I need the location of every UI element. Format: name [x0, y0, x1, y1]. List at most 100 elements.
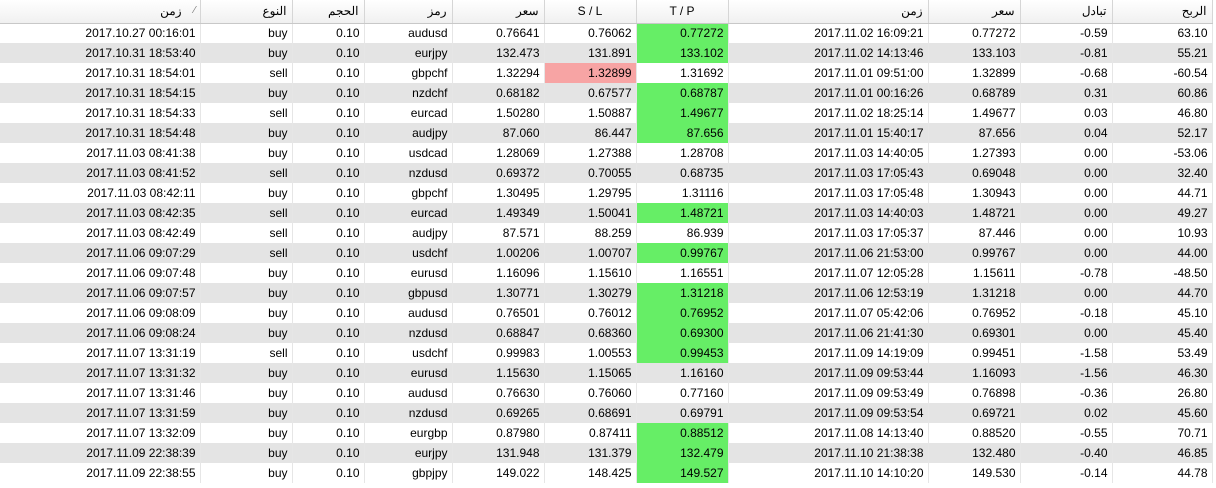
- cell-open-price: 87.571: [452, 223, 545, 243]
- cell-symbol: usdchf: [364, 243, 453, 263]
- cell-volume: 0.10: [292, 263, 365, 283]
- column-header-take-profit[interactable]: T / P: [636, 0, 729, 24]
- table-row[interactable]: 2017.11.03 08:42:49 sell 0.10 audjpy 87.571 8…: [0, 223, 1213, 243]
- column-header-type[interactable]: النوع: [200, 0, 293, 24]
- cell-close-time: 2017.11.02 16:09:21: [728, 23, 929, 43]
- table-row[interactable]: 2017.11.07 13:31:59 buy 0.10 nzdusd 0.69265 0…: [0, 403, 1213, 423]
- table-row[interactable]: 2017.11.06 09:07:48 buy 0.10 eurusd 1.16096 1…: [0, 263, 1213, 283]
- column-header-open-time[interactable]: زمن ⁄: [0, 0, 201, 24]
- column-header-swap[interactable]: تبادل: [1020, 0, 1113, 24]
- column-header-open-price[interactable]: سعر: [452, 0, 545, 24]
- cell-open-price: 1.49349: [452, 203, 545, 223]
- table-row[interactable]: 2017.10.31 18:54:33 sell 0.10 eurcad 1.50280…: [0, 103, 1213, 123]
- cell-take-profit: 133.102: [636, 43, 729, 63]
- cell-symbol: gbpusd: [364, 283, 453, 303]
- cell-take-profit: 0.69300: [636, 323, 729, 343]
- cell-open-time: 2017.11.03 08:41:52: [0, 163, 201, 183]
- cell-type: buy: [200, 143, 293, 163]
- cell-take-profit: 0.68735: [636, 163, 729, 183]
- cell-type: buy: [200, 43, 293, 63]
- table-row[interactable]: 2017.10.31 18:54:15 buy 0.10 nzdchf 0.68182 0…: [0, 83, 1213, 103]
- cell-profit: 52.17: [1112, 123, 1213, 143]
- cell-stop-loss: 0.70055: [544, 163, 637, 183]
- table-row[interactable]: 2017.11.06 09:08:24 buy 0.10 nzdusd 0.68847 0…: [0, 323, 1213, 343]
- cell-close-time: 2017.11.10 14:10:20: [728, 463, 929, 483]
- cell-open-price: 1.32294: [452, 63, 545, 83]
- cell-close-price: 0.76952: [928, 303, 1021, 323]
- column-header-volume[interactable]: الحجم: [292, 0, 365, 24]
- cell-open-price: 1.28069: [452, 143, 545, 163]
- cell-open-price: 1.16096: [452, 263, 545, 283]
- cell-profit: 49.27: [1112, 203, 1213, 223]
- table-row[interactable]: 2017.10.31 18:53:40 buy 0.10 eurjpy 132.473 1…: [0, 43, 1213, 63]
- cell-take-profit: 0.77272: [636, 23, 729, 43]
- cell-stop-loss: 1.00553: [544, 343, 637, 363]
- table-row[interactable]: 2017.11.07 13:31:46 buy 0.10 audusd 0.76630 0…: [0, 383, 1213, 403]
- table-row[interactable]: 2017.10.27 00:16:01 buy 0.10 audusd 0.76641 0…: [0, 23, 1213, 43]
- cell-profit: 46.30: [1112, 363, 1213, 383]
- cell-open-price: 1.30771: [452, 283, 545, 303]
- table-row[interactable]: 2017.11.07 13:32:09 buy 0.10 eurgbp 0.87980 0…: [0, 423, 1213, 443]
- cell-open-time: 2017.10.31 18:53:40: [0, 43, 201, 63]
- cell-profit: 32.40: [1112, 163, 1213, 183]
- column-header-close-time[interactable]: زمن: [728, 0, 929, 24]
- cell-close-time: 2017.11.09 09:53:54: [728, 403, 929, 423]
- cell-stop-loss: 1.00707: [544, 243, 637, 263]
- cell-open-price: 0.76630: [452, 383, 545, 403]
- cell-take-profit: 0.69791: [636, 403, 729, 423]
- table-row[interactable]: 2017.11.06 09:07:29 sell 0.10 usdchf 1.00206…: [0, 243, 1213, 263]
- cell-close-time: 2017.11.03 17:05:37: [728, 223, 929, 243]
- cell-volume: 0.10: [292, 463, 365, 483]
- cell-volume: 0.10: [292, 143, 365, 163]
- table-row[interactable]: 2017.10.31 18:54:01 sell 0.10 gbpchf 1.32294…: [0, 63, 1213, 83]
- cell-volume: 0.10: [292, 403, 365, 423]
- cell-profit: 53.49: [1112, 343, 1213, 363]
- table-row[interactable]: 2017.11.09 22:38:39 buy 0.10 eurjpy 131.948 1…: [0, 443, 1213, 463]
- cell-close-price: 87.446: [928, 223, 1021, 243]
- cell-symbol: eurusd: [364, 363, 453, 383]
- table-row[interactable]: 2017.10.31 18:54:48 buy 0.10 audjpy 87.060 86…: [0, 123, 1213, 143]
- cell-volume: 0.10: [292, 363, 365, 383]
- column-header-profit[interactable]: الربح: [1112, 0, 1213, 24]
- cell-type: sell: [200, 163, 293, 183]
- table-row[interactable]: 2017.11.06 09:07:57 buy 0.10 gbpusd 1.30771 1…: [0, 283, 1213, 303]
- cell-open-time: 2017.11.07 13:31:19: [0, 343, 201, 363]
- cell-stop-loss: 0.68360: [544, 323, 637, 343]
- trade-history-table: زمن ⁄ النوع الحجم رمز سعر S / L T / P زمن…: [0, 0, 1213, 483]
- column-header-close-price[interactable]: سعر: [928, 0, 1021, 24]
- cell-volume: 0.10: [292, 203, 365, 223]
- cell-open-time: 2017.11.03 08:41:38: [0, 143, 201, 163]
- table-row[interactable]: 2017.11.07 13:31:32 buy 0.10 eurusd 1.15630 1…: [0, 363, 1213, 383]
- cell-profit: 70.71: [1112, 423, 1213, 443]
- cell-close-price: 87.656: [928, 123, 1021, 143]
- cell-stop-loss: 131.891: [544, 43, 637, 63]
- cell-open-price: 0.69372: [452, 163, 545, 183]
- column-header-symbol[interactable]: رمز: [364, 0, 453, 24]
- cell-symbol: usdchf: [364, 343, 453, 363]
- table-row[interactable]: 2017.11.03 08:41:38 buy 0.10 usdcad 1.28069 1…: [0, 143, 1213, 163]
- cell-close-time: 2017.11.09 14:19:09: [728, 343, 929, 363]
- cell-swap: -0.68: [1020, 63, 1113, 83]
- cell-profit: 55.21: [1112, 43, 1213, 63]
- cell-close-price: 149.530: [928, 463, 1021, 483]
- cell-open-price: 0.87980: [452, 423, 545, 443]
- table-row[interactable]: 2017.11.07 13:31:19 sell 0.10 usdchf 0.99983…: [0, 343, 1213, 363]
- cell-stop-loss: 0.76062: [544, 23, 637, 43]
- table-row[interactable]: 2017.11.09 22:38:55 buy 0.10 gbpjpy 149.022 1…: [0, 463, 1213, 483]
- cell-open-time: 2017.11.06 09:07:29: [0, 243, 201, 263]
- table-row[interactable]: 2017.11.03 08:42:35 sell 0.10 eurcad 1.49349…: [0, 203, 1213, 223]
- cell-stop-loss: 1.15065: [544, 363, 637, 383]
- table-row[interactable]: 2017.11.03 08:42:11 buy 0.10 gbpchf 1.30495 1…: [0, 183, 1213, 203]
- cell-open-price: 0.99983: [452, 343, 545, 363]
- cell-volume: 0.10: [292, 443, 365, 463]
- cell-stop-loss: 0.76012: [544, 303, 637, 323]
- cell-profit: 10.93: [1112, 223, 1213, 243]
- cell-swap: 0.00: [1020, 323, 1113, 343]
- cell-swap: -0.81: [1020, 43, 1113, 63]
- table-row[interactable]: 2017.11.06 09:08:09 buy 0.10 audusd 0.76501 0…: [0, 303, 1213, 323]
- cell-close-price: 1.31218: [928, 283, 1021, 303]
- table-row[interactable]: 2017.11.03 08:41:52 sell 0.10 nzdusd 0.69372…: [0, 163, 1213, 183]
- cell-type: buy: [200, 463, 293, 483]
- column-header-stop-loss[interactable]: S / L: [544, 0, 637, 24]
- cell-swap: 0.31: [1020, 83, 1113, 103]
